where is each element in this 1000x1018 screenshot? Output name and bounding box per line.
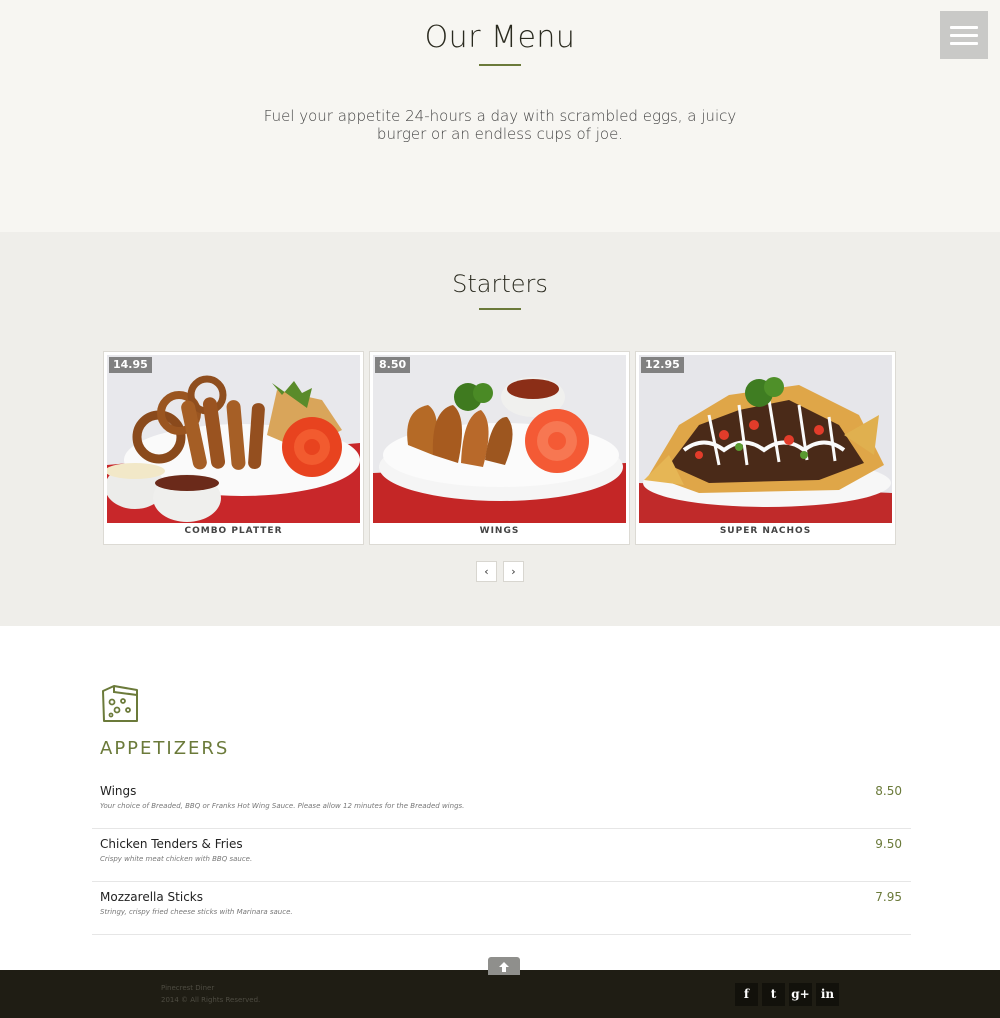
starter-name: SUPER NACHOS (719, 526, 812, 536)
menu-item-name: Chicken Tenders & Fries (100, 837, 243, 851)
footer-copyright: 2014 © All Rights Reserved. (161, 996, 261, 1004)
carousel-next-button[interactable]: › (503, 561, 524, 582)
starters-section: Starters 14.95 COMBO PLATTER 8.50 WINGS … (0, 232, 1000, 626)
hero-section: Our Menu Fuel your appetite 24-hours a d… (0, 0, 1000, 232)
hamburger-menu-icon[interactable] (940, 11, 988, 59)
price-badge: 12.95 (641, 357, 684, 373)
carousel-prev-button[interactable]: ‹ (476, 561, 497, 582)
back-to-top-button[interactable] (488, 957, 520, 975)
starters-heading: Starters (452, 270, 548, 298)
menu-item-name: Wings (100, 784, 137, 798)
facebook-icon[interactable]: f (735, 983, 758, 1006)
menu-item-price: 7.95 (875, 890, 902, 904)
google-plus-icon[interactable]: g+ (789, 983, 812, 1006)
menu-item: Chicken Tenders & Fries Crispy white mea… (92, 829, 911, 882)
arrow-up-icon (499, 962, 509, 972)
super-nachos-photo (639, 355, 892, 523)
menu-item-description: Your choice of Breaded, BBQ or Franks Ho… (100, 802, 465, 810)
price-badge: 14.95 (109, 357, 152, 373)
title-underline (479, 64, 521, 66)
starter-name: WINGS (479, 526, 520, 536)
starter-card-wings[interactable]: 8.50 WINGS (369, 351, 630, 545)
page-title: Our Menu (424, 20, 576, 55)
starter-card-super-nachos[interactable]: 12.95 SUPER NACHOS (635, 351, 896, 545)
wings-photo (373, 355, 626, 523)
price-badge: 8.50 (375, 357, 411, 373)
footer-brand: Pinecrest Diner (161, 984, 215, 992)
menu-item-name: Mozzarella Sticks (100, 890, 203, 904)
combo-platter-photo (107, 355, 360, 523)
cheese-icon (102, 685, 138, 722)
site-footer: Pinecrest Diner 2014 © All Rights Reserv… (0, 970, 1000, 1018)
menu-item: Mozzarella Sticks Stringy, crispy fried … (92, 882, 911, 935)
starter-name: COMBO PLATTER (184, 526, 283, 536)
menu-item-description: Stringy, crispy fried cheese sticks with… (100, 908, 293, 916)
appetizers-heading: APPETIZERS (100, 738, 230, 759)
starters-underline (479, 308, 521, 310)
intro-text: Fuel your appetite 24-hours a day with s… (263, 107, 737, 143)
menu-item-description: Crispy white meat chicken with BBQ sauce… (100, 855, 253, 863)
menu-item-price: 9.50 (875, 837, 902, 851)
twitter-icon[interactable]: t (762, 983, 785, 1006)
menu-item-price: 8.50 (875, 784, 902, 798)
menu-item: Wings Your choice of Breaded, BBQ or Fra… (92, 776, 911, 829)
linkedin-icon[interactable]: in (816, 983, 839, 1006)
starter-card-combo-platter[interactable]: 14.95 COMBO PLATTER (103, 351, 364, 545)
